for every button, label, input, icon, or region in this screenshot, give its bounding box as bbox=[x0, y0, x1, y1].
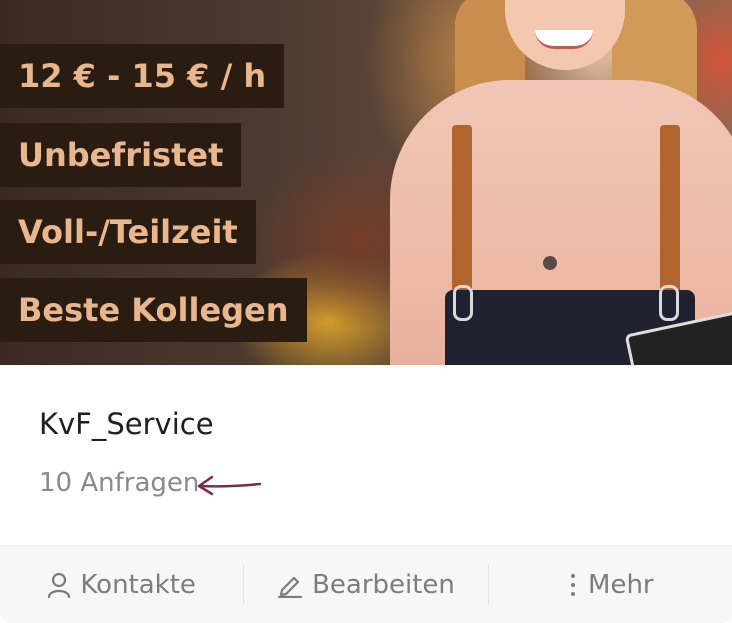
user-icon bbox=[48, 572, 71, 598]
job-image: 12 € - 15 € / h Unbefristet Voll-/Teilze… bbox=[0, 0, 732, 365]
job-card[interactable]: 12 € - 15 € / h Unbefristet Voll-/Teilze… bbox=[0, 0, 732, 623]
tag-contract: Unbefristet bbox=[0, 123, 242, 187]
more-button[interactable]: Mehr bbox=[489, 546, 732, 623]
arrow-left-icon bbox=[197, 475, 262, 496]
more-label: Mehr bbox=[588, 570, 654, 600]
edit-button[interactable]: Bearbeiten bbox=[244, 546, 487, 623]
tag-team: Beste Kollegen bbox=[0, 278, 307, 342]
photo-clip-left bbox=[453, 285, 473, 321]
photo-clip-right bbox=[659, 285, 679, 321]
pencil-icon bbox=[277, 576, 303, 598]
contacts-button[interactable]: Kontakte bbox=[0, 546, 243, 623]
tag-hours: Voll-/Teilzeit bbox=[0, 200, 256, 264]
contacts-label: Kontakte bbox=[80, 570, 196, 600]
edit-label: Bearbeiten bbox=[312, 570, 455, 600]
vertical-dots-icon bbox=[571, 574, 576, 596]
photo-apron-strap-left bbox=[452, 125, 472, 300]
photo-apron-strap-right bbox=[660, 125, 680, 300]
requests-count[interactable]: 10 Anfragen bbox=[39, 468, 199, 498]
photo-shirt-button bbox=[543, 256, 557, 270]
job-title[interactable]: KvF_Service bbox=[39, 407, 214, 441]
tag-salary: 12 € - 15 € / h bbox=[0, 44, 285, 108]
card-actions: Kontakte Bearbeiten Mehr bbox=[0, 545, 732, 623]
